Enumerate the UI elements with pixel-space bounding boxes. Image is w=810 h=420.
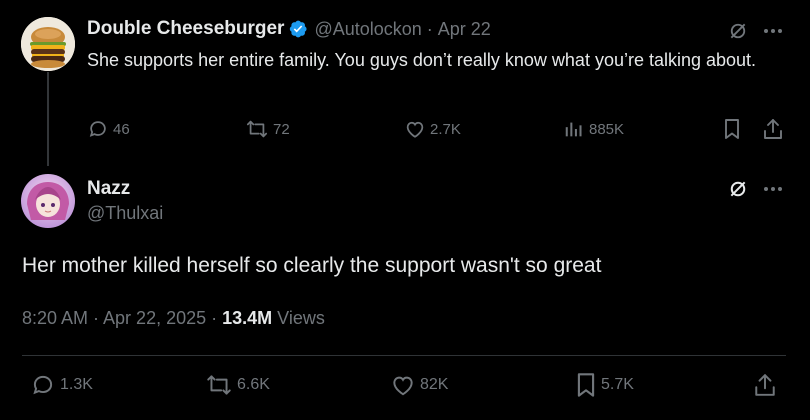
repost-icon (207, 375, 231, 395)
parent-tweet-text: She supports her entire family. You guys… (87, 50, 757, 70)
main-reply-count: 1.3K (60, 376, 93, 393)
main-author-name[interactable]: Nazz (87, 178, 130, 200)
thread-connector-line (47, 72, 49, 166)
parent-views-button[interactable]: 885K (563, 118, 624, 140)
parent-header: Double Cheeseburger @Autolockon · Apr 22 (87, 18, 491, 40)
repost-icon (246, 120, 268, 138)
burger-avatar-image (21, 17, 75, 71)
grok-icon[interactable] (727, 20, 749, 42)
parent-author-handle[interactable]: @Autolockon (314, 19, 421, 40)
main-bookmark-count: 5.7K (601, 376, 634, 393)
parent-date[interactable]: Apr 22 (438, 19, 491, 40)
views-label: Views (272, 308, 325, 328)
bookmark-icon (577, 373, 595, 397)
share-icon (764, 119, 782, 139)
like-icon (393, 376, 413, 396)
main-bookmark-button[interactable]: 5.7K (575, 372, 634, 398)
views-count: 13.4M (222, 308, 273, 328)
header-separator: · (426, 18, 433, 39)
more-icon[interactable] (760, 20, 786, 42)
reply-icon (89, 121, 106, 137)
main-like-count: 82K (420, 376, 449, 393)
tweet-timestamp[interactable]: 8:20 AM · Apr 22, 2025 · (22, 308, 222, 328)
parent-views-count: 885K (589, 120, 625, 138)
main-repost-button[interactable]: 6.6K (205, 372, 270, 398)
more-icon[interactable] (760, 178, 786, 200)
main-share-button[interactable] (752, 372, 778, 398)
anime-avatar-image (21, 174, 75, 228)
grok-icon[interactable] (727, 178, 749, 200)
main-avatar[interactable] (21, 174, 75, 228)
parent-share-button[interactable] (762, 118, 784, 140)
parent-reply-button[interactable]: 46 (87, 118, 130, 140)
bookmark-icon (725, 119, 739, 139)
parent-repost-count: 72 (273, 120, 290, 138)
parent-repost-button[interactable]: 72 (245, 118, 290, 140)
main-like-button[interactable]: 82K (390, 372, 448, 398)
main-repost-count: 6.6K (237, 376, 270, 393)
parent-author-name[interactable]: Double Cheeseburger (87, 18, 284, 40)
parent-like-button[interactable]: 2.7K (404, 118, 461, 140)
views-icon (565, 122, 582, 137)
like-icon (406, 121, 424, 138)
main-reply-button[interactable]: 1.3K (30, 372, 93, 398)
share-icon (755, 374, 775, 396)
tweet-meta: 8:20 AM · Apr 22, 2025 · 13.4M Views (22, 308, 325, 329)
parent-bookmark-button[interactable] (721, 118, 743, 140)
parent-avatar[interactable] (21, 17, 75, 71)
main-tweet-text: Her mother killed herself so clearly the… (22, 254, 602, 277)
verified-badge-icon (288, 19, 308, 39)
main-author-handle[interactable]: @Thulxai (87, 203, 163, 224)
divider (22, 355, 786, 356)
parent-like-count: 2.7K (430, 120, 461, 138)
reply-icon (33, 375, 53, 395)
parent-reply-count: 46 (113, 120, 130, 138)
